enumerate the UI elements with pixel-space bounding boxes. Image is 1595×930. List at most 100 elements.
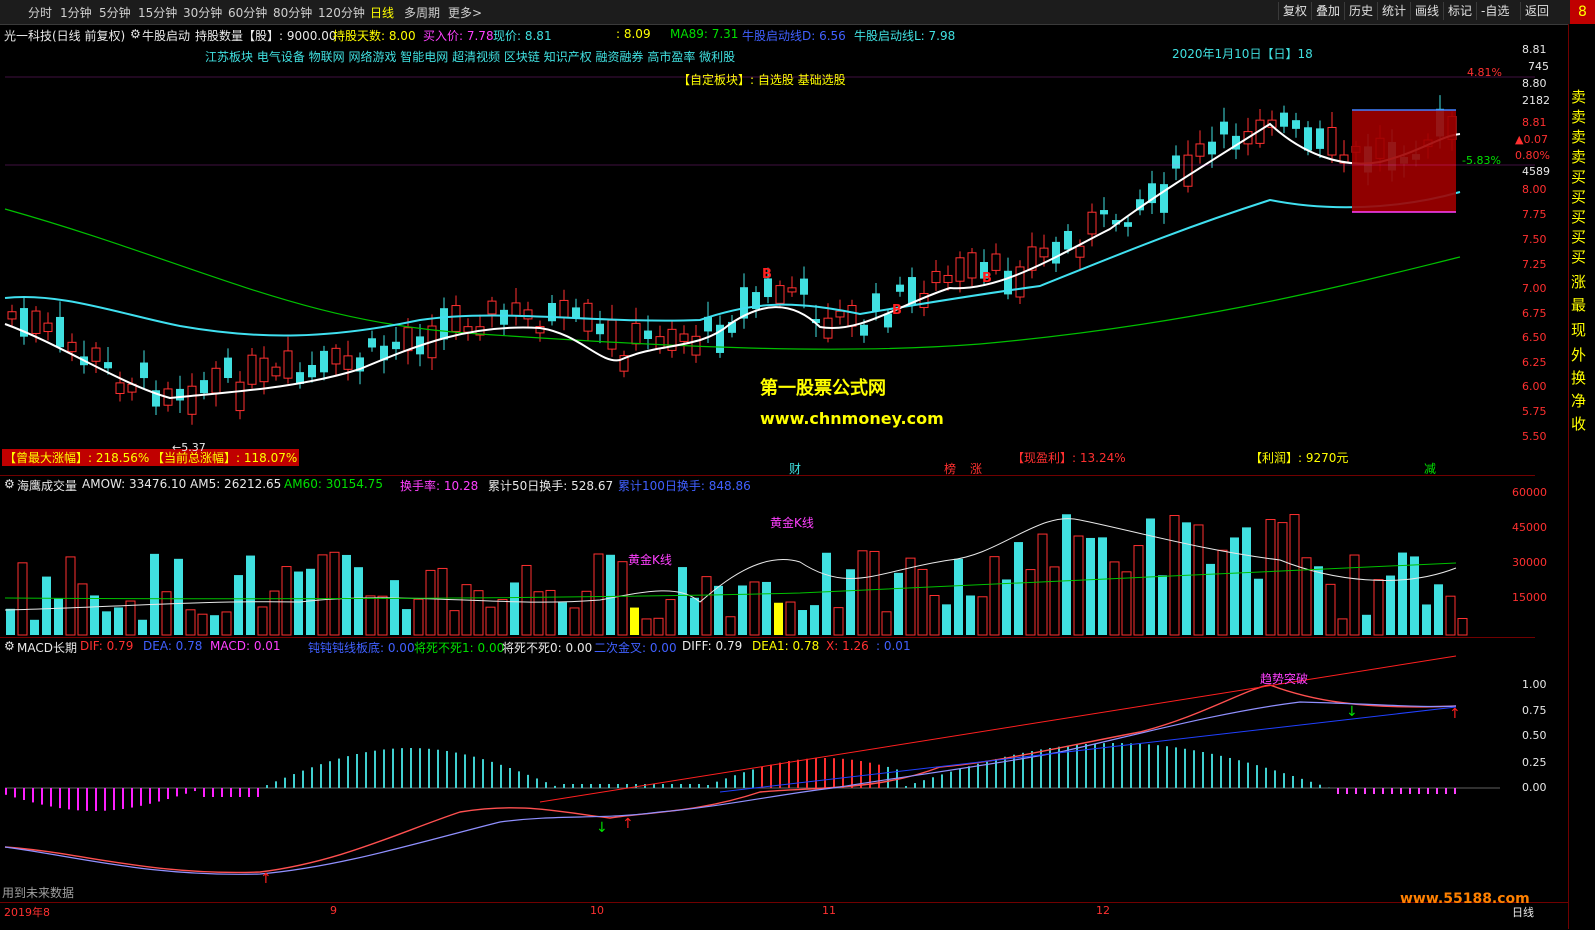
svg-text:↑: ↑ [260,871,272,887]
volume-bar [365,595,376,636]
rp-label: 净 [1571,392,1587,410]
volume-bar [749,581,760,636]
volume-bar [690,597,699,635]
tab-fenshi[interactable]: 分时 [28,4,52,21]
volume-bar [665,599,676,636]
volume-bar [1422,604,1431,635]
volume-bar [954,558,963,635]
candle [331,347,341,365]
remove-favorite-button[interactable]: -自选 [1476,2,1513,20]
volume-bar [606,554,615,635]
axis-label: 15000 [1512,591,1547,604]
candle [835,310,845,318]
volume-bar [1373,579,1384,636]
tab-5min[interactable]: 5分钟 [99,4,131,21]
tab-60min[interactable]: 60分钟 [228,4,267,21]
candle [872,293,880,312]
volume-bar [785,601,796,636]
candle [1064,230,1072,250]
settings-icon[interactable]: ⚙ [4,639,15,653]
volume-bar [125,600,136,636]
axis-label: 0.25 [1522,756,1547,769]
panel-separator [0,475,1535,476]
restore-rights-button[interactable]: 复权 [1278,2,1311,20]
draw-line-button[interactable]: 画线 [1410,2,1443,20]
tab-15min[interactable]: 15分钟 [138,4,177,21]
axis-label: 0.50 [1522,729,1547,742]
volume-bar [150,553,159,635]
bottom-watermark: www.55188.com [1400,891,1530,907]
ma-cyan-line [4,191,1461,337]
volume-bar [1445,595,1456,636]
candle [908,277,916,304]
volume-bar [1062,514,1071,635]
stats-button[interactable]: 统计 [1377,2,1410,20]
am5-value: AM5: 26212.65 [190,477,282,491]
volume-bar [1362,614,1371,635]
tab-daily[interactable]: 日线 [370,4,394,21]
trend-line-red [539,655,1457,803]
mark-button[interactable]: 标记 [1443,2,1476,20]
volume-bar [210,615,219,635]
axis-label: 30000 [1512,556,1547,569]
tab-30min[interactable]: 30分钟 [183,4,222,21]
corner-indicator: 8 [1570,0,1595,24]
candle [1039,247,1049,258]
volume-bar [521,564,532,636]
volume-bar [377,595,388,636]
volume-bar [1133,545,1144,636]
volume-bar [869,550,880,636]
candle [140,362,148,379]
candle [644,330,652,340]
volume-bar [1410,556,1419,635]
volume-bar [894,572,903,635]
candle [1327,126,1337,156]
candle [1075,245,1085,258]
rp-label: 最 [1571,296,1587,314]
candle [931,270,941,284]
settings-icon[interactable]: ⚙ [4,477,15,491]
volume-bar [929,595,940,636]
extra-value: : 0.01 [876,639,911,653]
svg-text:↑: ↑ [1449,706,1461,722]
volume-bar [738,585,747,635]
candle [259,357,269,383]
candle [1100,210,1108,215]
volume-bar [354,567,363,635]
candle [392,341,400,350]
volume-bar [485,606,496,636]
volume-bar [65,556,76,636]
volume-bar [989,556,1000,636]
candle [343,355,353,370]
candle [31,310,41,334]
volume-bar [510,582,519,635]
volume-bar [1230,537,1239,635]
back-button[interactable]: 返回 [1520,2,1553,20]
volume-bar [917,568,928,636]
candle [487,300,497,315]
volume-bar [161,591,172,636]
volume-bar [857,550,868,636]
volume-bar [114,607,123,635]
volume-bar [221,611,232,636]
volume-bar [1121,571,1132,636]
tab-120min[interactable]: 120分钟 [318,4,365,21]
volume-bar [881,611,892,636]
tab-multi-period[interactable]: 多周期 [404,4,440,21]
rp-label: 外 [1571,346,1587,364]
tab-more[interactable]: 更多> [448,4,482,21]
history-button[interactable]: 历史 [1344,2,1377,20]
candle [1280,112,1288,127]
tab-80min[interactable]: 80分钟 [273,4,312,21]
volume-bar [725,616,736,636]
volume-bar [905,557,916,636]
volume-bar [413,598,424,636]
candle [211,367,221,394]
candle [56,316,64,348]
candle [1304,127,1312,151]
volume-bar [77,583,88,636]
volume-bar [1037,533,1048,636]
volume-bar [306,568,315,635]
overlay-button[interactable]: 叠加 [1311,2,1344,20]
tab-1min[interactable]: 1分钟 [60,4,92,21]
